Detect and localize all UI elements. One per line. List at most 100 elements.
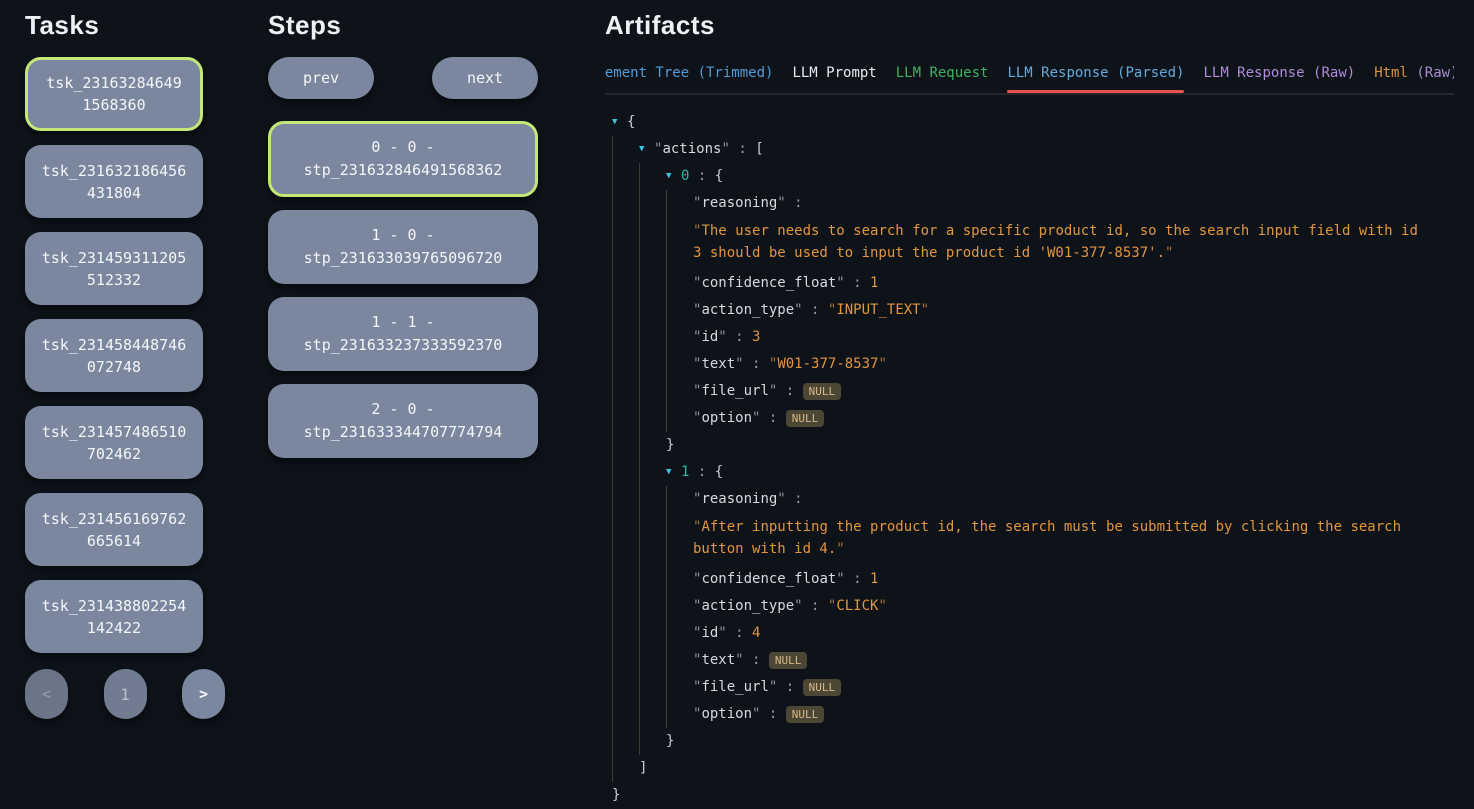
collapse-toggle-icon[interactable]: ▼ (612, 109, 627, 136)
json-key: confidence_float (701, 566, 836, 593)
json-colon: : (689, 459, 714, 486)
json-quote: " (836, 541, 844, 557)
step-item-button[interactable]: 0 - 0 - stp_231632846491568362 (268, 121, 538, 197)
json-quote: " (693, 378, 701, 405)
indent-guide (639, 378, 666, 405)
indent-guide (666, 647, 693, 674)
json-key: file_url (701, 674, 768, 701)
indent-guide (666, 620, 693, 647)
json-quote: " (878, 351, 886, 378)
json-key: actions (662, 136, 721, 163)
step-item-button[interactable]: 1 - 1 - stp_231633237333592370 (268, 297, 538, 371)
json-quote: " (693, 674, 701, 701)
json-quote: " (794, 593, 802, 620)
artifacts-panel: Artifacts Element Tree (Trimmed)LLM Prom… (605, 10, 1454, 809)
tab-llm-request[interactable]: LLM Request (896, 65, 989, 93)
tab-llm-response-parsed-[interactable]: LLM Response (Parsed) (1007, 65, 1184, 93)
indent-guide (612, 270, 639, 297)
collapse-toggle-icon[interactable]: ▼ (666, 163, 681, 190)
collapse-toggle-icon[interactable]: ▼ (639, 136, 654, 163)
json-quote: " (693, 593, 701, 620)
steps-panel: Steps prev next 0 - 0 - stp_231632846491… (268, 10, 538, 471)
json-quote: " (718, 620, 726, 647)
json-colon: : (760, 405, 785, 432)
indent-guide (612, 459, 639, 486)
json-null-badge: NULL (786, 410, 825, 427)
json-quote: " (836, 566, 844, 593)
json-quote: " (693, 620, 701, 647)
collapse-toggle-icon[interactable]: ▼ (666, 459, 681, 486)
pagination-prev-button[interactable]: < (25, 669, 68, 719)
indent-guide (612, 593, 639, 620)
indent-guide (612, 728, 639, 755)
tasks-pagination: < 1 > (25, 669, 225, 719)
json-row: "text" : "W01-377-8537" (612, 351, 1454, 378)
json-quote: " (735, 351, 743, 378)
indent-guide (612, 486, 639, 513)
json-null-badge: NULL (786, 706, 825, 723)
indent-guide (639, 647, 666, 674)
json-colon: : (727, 324, 752, 351)
json-key: text (701, 647, 735, 674)
task-item-button[interactable]: tsk_231459311205512332 (25, 232, 203, 305)
tab-label: LLM Response (Parsed) (1007, 65, 1184, 81)
tab-llm-response-raw-[interactable]: LLM Response (Raw) (1203, 65, 1355, 93)
json-colon: : (777, 378, 802, 405)
step-item-button[interactable]: 2 - 0 - stp_231633344707774794 (268, 384, 538, 458)
step-item-button[interactable]: 1 - 0 - stp_231633039765096720 (268, 210, 538, 284)
tab-label: LLM Response (Raw) (1203, 65, 1355, 81)
indent-guide (639, 728, 666, 755)
json-quote: " (735, 647, 743, 674)
indent-guide (666, 270, 693, 297)
json-quote: " (794, 297, 802, 324)
task-item-button[interactable]: tsk_231632186456431804 (25, 145, 203, 218)
json-close-bracket: } (666, 728, 674, 755)
chevron-left-icon: < (42, 685, 51, 703)
task-item-button[interactable]: tsk_231456169762665614 (25, 493, 203, 566)
pagination-next-button[interactable]: > (182, 669, 225, 719)
indent-guide (639, 405, 666, 432)
json-key: reasoning (701, 190, 777, 217)
tab-html-raw-[interactable]: Html (Raw) (1374, 65, 1454, 93)
json-quote: " (752, 701, 760, 728)
json-colon: : (786, 486, 803, 513)
indent-guide (612, 163, 639, 190)
indent-guide (612, 647, 639, 674)
json-row: ▼1 : { (612, 459, 1454, 486)
json-string-text: The user needs to search for a specific … (693, 223, 1426, 261)
json-quote: " (693, 297, 701, 324)
next-step-button[interactable]: next (432, 57, 538, 99)
pagination-page-button[interactable]: 1 (104, 669, 147, 719)
step-id-label: 1 - 0 - stp_231633039765096720 (282, 224, 524, 270)
tab-element-tree-trimmed-[interactable]: Element Tree (Trimmed) (605, 65, 773, 93)
json-key: reasoning (701, 486, 777, 513)
steps-title: Steps (268, 10, 538, 41)
indent-guide (639, 459, 666, 486)
indent-guide (639, 620, 666, 647)
json-quote: " (878, 593, 886, 620)
json-quote: " (693, 324, 701, 351)
task-id-label: tsk_231458448746072748 (39, 334, 189, 378)
task-item-button[interactable]: tsk_231438802254142422 (25, 580, 203, 653)
task-id-label: tsk_231632186456431804 (39, 160, 189, 204)
indent-guide (612, 297, 639, 324)
json-row: "reasoning" : (612, 486, 1454, 513)
json-close-bracket: } (612, 782, 620, 809)
indent-guide (639, 270, 666, 297)
indent-guide (612, 217, 639, 270)
json-row: ▼"actions" : [ (612, 136, 1454, 163)
tab-label: LLM Request (896, 65, 989, 81)
indent-guide (612, 136, 639, 163)
task-item-button[interactable]: tsk_231457486510702462 (25, 406, 203, 479)
prev-step-button[interactable]: prev (268, 57, 374, 99)
json-quote: " (777, 486, 785, 513)
page-number: 1 (120, 685, 130, 704)
tab-llm-prompt[interactable]: LLM Prompt (792, 65, 876, 93)
task-item-button[interactable]: tsk_231632846491568360 (25, 57, 203, 131)
json-row: "confidence_float" : 1 (612, 566, 1454, 593)
json-quote: " (752, 405, 760, 432)
indent-guide (666, 378, 693, 405)
steps-nav: prev next (268, 57, 538, 99)
json-close-bracket: ] (639, 755, 647, 782)
task-item-button[interactable]: tsk_231458448746072748 (25, 319, 203, 392)
